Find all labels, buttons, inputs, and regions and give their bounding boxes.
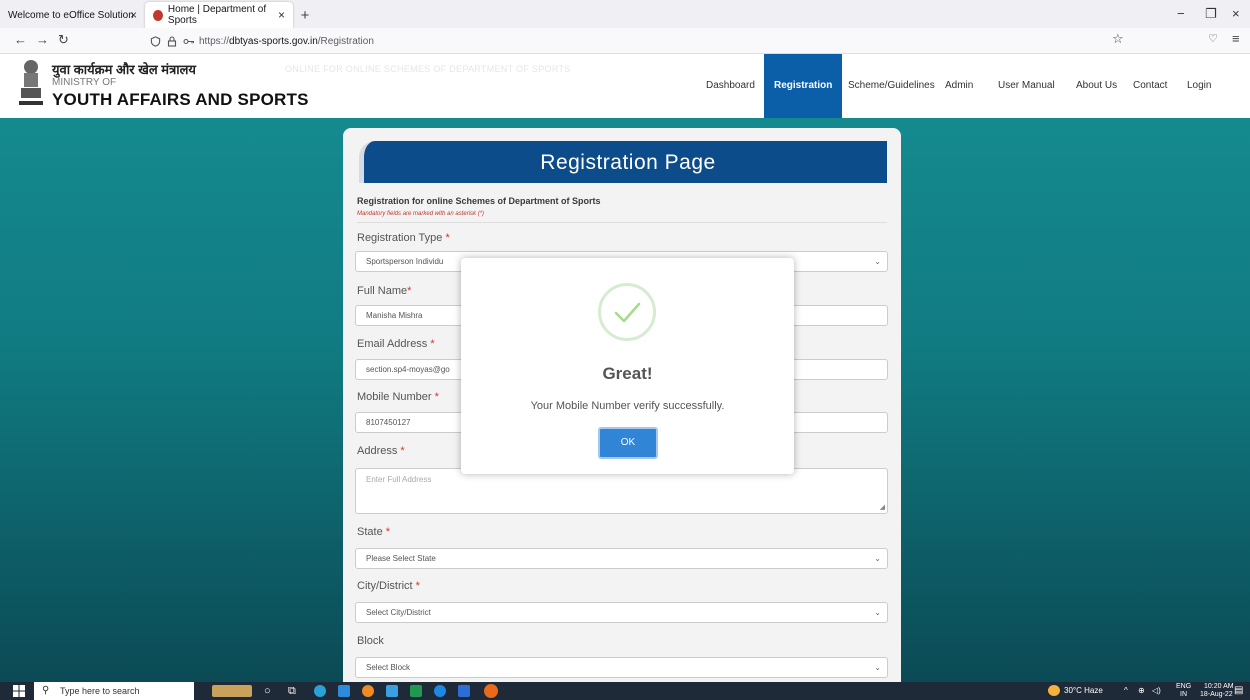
ok-button[interactable]: OK xyxy=(598,427,658,459)
favicon-icon xyxy=(153,9,163,21)
forward-icon[interactable]: → xyxy=(36,32,49,47)
required-mark: * xyxy=(407,285,412,297)
city-select[interactable]: Select City/District ⌄ xyxy=(355,602,888,623)
internet-explorer-icon[interactable] xyxy=(434,685,446,697)
main-content: Registration Page Registration for onlin… xyxy=(0,118,1250,682)
close-tab-icon[interactable]: × xyxy=(130,8,137,22)
chevron-down-icon: ⌄ xyxy=(874,663,881,672)
tab-eoffice[interactable]: Welcome to eOffice Solution × xyxy=(0,2,145,28)
chevron-down-icon: ⌄ xyxy=(874,608,881,617)
required-mark: * xyxy=(385,526,391,538)
ministry-hindi-title: युवा कार्यक्रम और खेल मंत्रालय xyxy=(52,62,196,77)
shield-icon xyxy=(150,35,161,47)
marquee-text: ONLINE FOR ONLINE SCHEMES OF DEPARTMENT … xyxy=(285,64,571,74)
tab-title: Home | Department of Sports xyxy=(167,4,267,26)
required-mark: * xyxy=(445,232,450,244)
windows-taskbar: ⚲ Type here to search ○ ⧉ 30°C Haze ^ ⊕ … xyxy=(0,682,1250,700)
state-label: State * xyxy=(357,526,391,538)
chrome-icon[interactable] xyxy=(362,685,374,697)
registration-banner: Registration Page xyxy=(359,141,887,183)
full-name-label: Full Name* xyxy=(357,285,412,297)
new-tab-button[interactable]: + xyxy=(293,2,317,28)
modal-message: Your Mobile Number verify successfully. xyxy=(530,400,725,412)
chevron-down-icon: ⌄ xyxy=(874,554,881,563)
tab-department-of-sports[interactable]: Home | Department of Sports × xyxy=(145,2,293,28)
mobile-label: Mobile Number * xyxy=(357,391,439,403)
ministry-name: YOUTH AFFAIRS AND SPORTS xyxy=(52,90,309,109)
required-mark: * xyxy=(434,391,439,403)
browser-nav-bar: ← → ↻ https://dbtyas-sports.gov.in/Regis… xyxy=(0,28,1250,54)
required-mark: * xyxy=(400,445,405,457)
weather-text[interactable]: 30°C Haze xyxy=(1064,682,1103,700)
search-icon: ⚲ xyxy=(42,685,50,696)
block-label: Block xyxy=(357,635,384,647)
network-icon[interactable]: ⊕ xyxy=(1138,682,1145,700)
nav-contact[interactable]: Contact xyxy=(1133,54,1167,118)
firefox-icon[interactable] xyxy=(484,684,498,698)
nav-admin[interactable]: Admin xyxy=(945,54,973,118)
taskbar-search-input[interactable]: ⚲ Type here to search xyxy=(34,682,194,700)
browser-tab-strip: Welcome to eOffice Solution × Home | Dep… xyxy=(0,0,1250,28)
tab-title: Welcome to eOffice Solution xyxy=(8,9,134,21)
modal-title: Great! xyxy=(602,364,653,383)
chevron-down-icon: ⌄ xyxy=(874,257,881,266)
notification-icon[interactable]: ▤ xyxy=(1234,682,1243,700)
url-prefix: https:// xyxy=(199,35,230,47)
mandatory-note: Mandatory fields are marked with an aste… xyxy=(357,211,485,217)
form-subtitle: Registration for online Schemes of Depar… xyxy=(357,196,601,206)
ministry-of-label: MINISTRY OF xyxy=(52,77,117,88)
chevron-up-icon[interactable]: ^ xyxy=(1124,682,1128,700)
url-bar[interactable]: https://dbtyas-sports.gov.in/Registratio… xyxy=(150,30,1150,52)
key-icon xyxy=(183,38,194,44)
resize-handle-icon[interactable]: ◢ xyxy=(880,503,885,511)
state-select[interactable]: Please Select State ⌄ xyxy=(355,548,888,569)
back-icon[interactable]: ← xyxy=(14,32,27,47)
search-highlight-icon[interactable] xyxy=(212,685,252,697)
required-mark: * xyxy=(415,580,420,592)
reload-icon[interactable]: ↻ xyxy=(58,32,69,48)
success-modal: Great! Your Mobile Number verify success… xyxy=(461,258,794,474)
excel-icon[interactable] xyxy=(410,685,422,697)
close-window-icon[interactable]: × xyxy=(1232,6,1240,21)
word-icon[interactable] xyxy=(458,685,470,697)
address-textarea[interactable]: Enter Full Address ◢ xyxy=(355,468,888,514)
mail-icon[interactable] xyxy=(386,685,398,697)
email-label: Email Address * xyxy=(357,338,435,350)
volume-icon[interactable]: ◁) xyxy=(1152,682,1161,700)
divider xyxy=(357,222,887,223)
task-view-icon[interactable]: ⧉ xyxy=(288,682,296,700)
nav-scheme-guidelines[interactable]: Scheme/Guidelines xyxy=(848,54,935,118)
url-host: dbtyas-sports.gov.in xyxy=(229,35,318,47)
windows-start-icon[interactable] xyxy=(13,685,25,697)
url-path: /Registration xyxy=(317,35,374,47)
nav-registration[interactable]: Registration xyxy=(764,54,843,118)
restore-icon[interactable]: ❐ xyxy=(1205,6,1217,22)
lock-icon xyxy=(167,35,177,47)
bookmark-star-icon[interactable]: ☆ xyxy=(1112,31,1124,47)
nav-user-manual[interactable]: User Manual xyxy=(998,54,1055,118)
site-header: युवा कार्यक्रम और खेल मंत्रालय MINISTRY … xyxy=(0,54,1250,118)
required-mark: * xyxy=(430,338,435,350)
weather-icon xyxy=(1048,685,1060,696)
pocket-icon[interactable]: ♡ xyxy=(1208,32,1218,45)
page-title: Registration Page xyxy=(540,151,716,174)
menu-icon[interactable]: ≡ xyxy=(1232,31,1240,46)
national-emblem-icon xyxy=(19,60,43,105)
minimize-icon[interactable]: − xyxy=(1177,6,1185,21)
edge-icon[interactable] xyxy=(314,685,326,697)
city-label: City/District * xyxy=(357,580,420,592)
success-check-icon xyxy=(598,283,656,341)
cortana-icon[interactable]: ○ xyxy=(264,682,271,700)
close-tab-icon[interactable]: × xyxy=(278,8,285,22)
nav-dashboard[interactable]: Dashboard xyxy=(706,54,755,118)
block-select[interactable]: Select Block ⌄ xyxy=(355,657,888,678)
nav-about-us[interactable]: About Us xyxy=(1076,54,1117,118)
store-icon[interactable] xyxy=(338,685,350,697)
registration-type-label: Registration Type * xyxy=(357,232,450,244)
address-label: Address * xyxy=(357,445,405,457)
clock-date[interactable]: 18-Aug-22 xyxy=(1200,686,1233,700)
nav-login[interactable]: Login xyxy=(1187,54,1211,118)
region-indicator: IN xyxy=(1180,691,1187,698)
